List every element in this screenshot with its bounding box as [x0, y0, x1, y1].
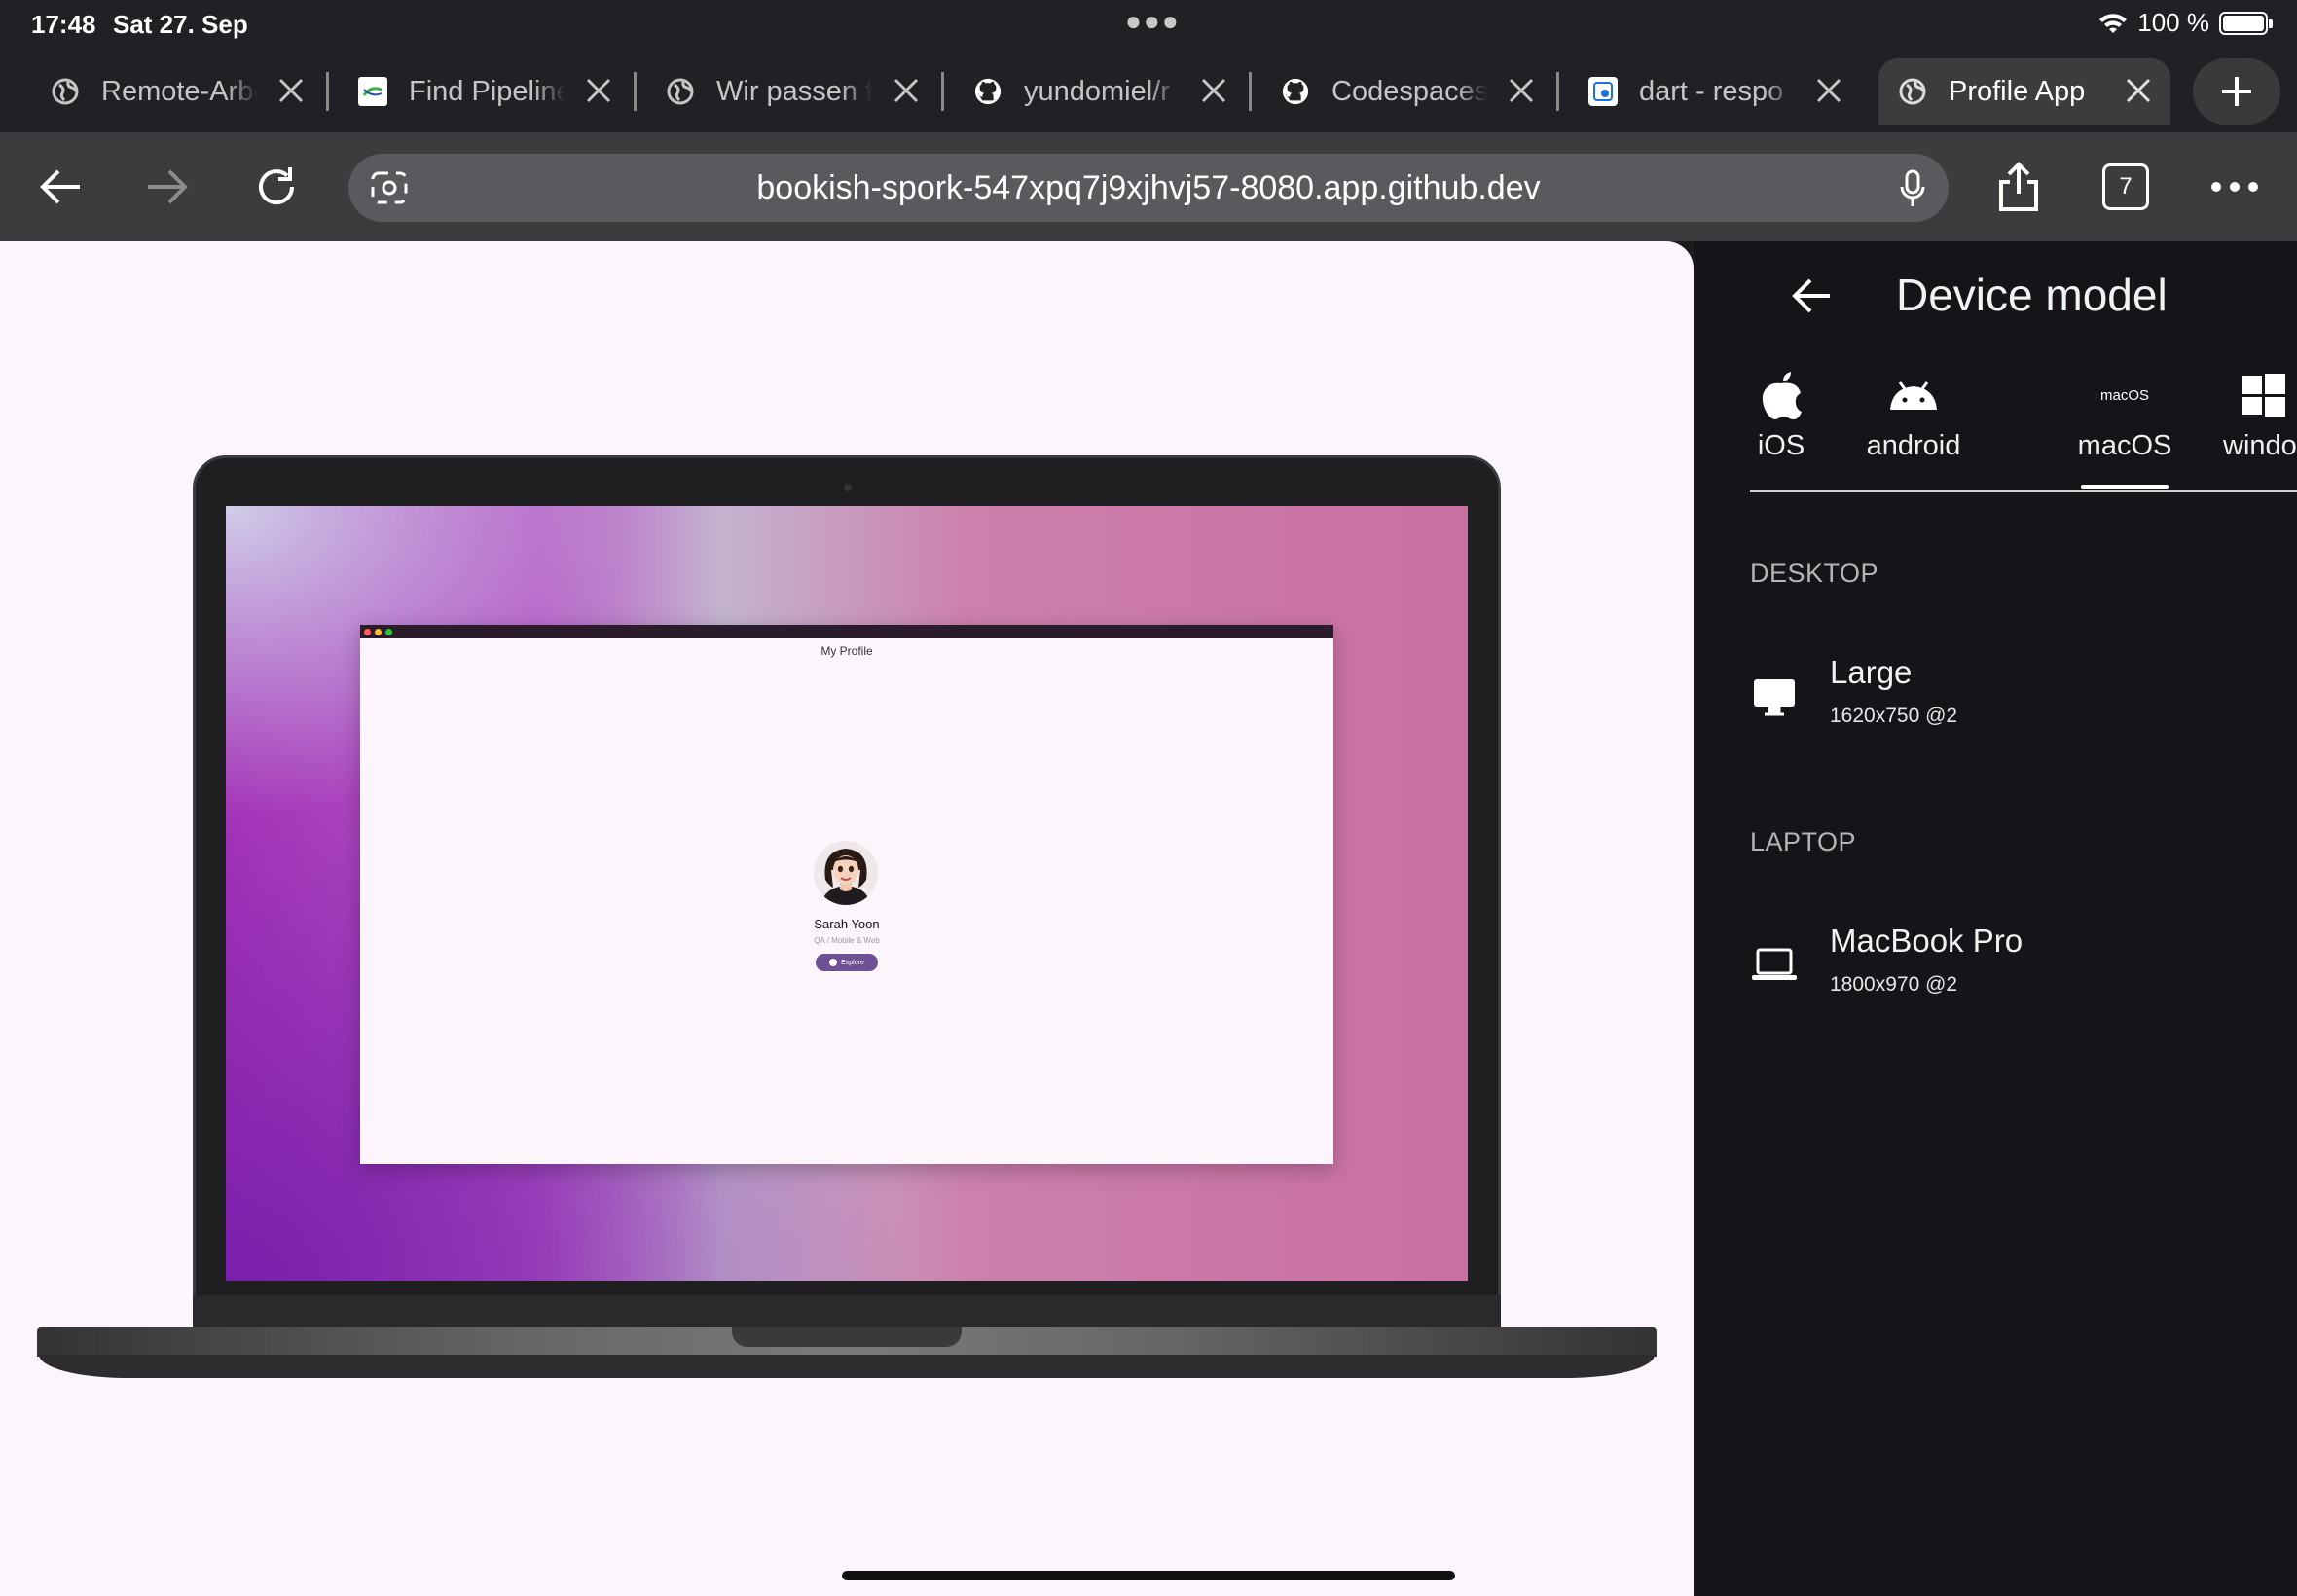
minimize-window-icon[interactable] — [375, 629, 382, 635]
back-arrow-icon[interactable] — [1787, 271, 1838, 321]
close-tab-icon[interactable] — [1507, 76, 1536, 105]
tab-title: Codespaces — [1331, 75, 1487, 107]
globe-icon — [1898, 77, 1927, 106]
device-item-macbook-pro[interactable]: MacBook Pro 1800x970 @2 — [1750, 923, 2276, 1030]
more-dots-icon — [2211, 182, 2258, 192]
laptop-base-bottom — [39, 1355, 1655, 1378]
panel-title: Device model — [1896, 270, 2168, 320]
tab-label: iOS — [1757, 430, 1805, 461]
app-window: My Profile Sarah Yoon QA / Mobile & Web … — [360, 625, 1333, 1164]
tab-title: yundomiel/r — [1024, 75, 1170, 107]
zoom-window-icon[interactable] — [385, 629, 392, 635]
camera-icon — [844, 484, 852, 491]
windows-icon — [2242, 374, 2285, 417]
close-tab-icon[interactable] — [2124, 76, 2153, 105]
status-right: 100 % — [2098, 8, 2273, 38]
window-titlebar — [360, 625, 1333, 638]
device-model-panel: Device model iOS android macOS macOS win… — [1694, 241, 2297, 1596]
arrow-left-icon — [40, 169, 80, 204]
tab-title: Profile App — [1949, 75, 2086, 107]
plus-icon — [2222, 77, 2251, 106]
device-preview-area: My Profile Sarah Yoon QA / Mobile & Web … — [0, 241, 1694, 1596]
section-laptop: LAPTOP — [1750, 827, 1857, 856]
tab-title: Wir passen f — [716, 75, 872, 107]
wifi-icon — [2099, 13, 2128, 33]
github-icon — [1281, 77, 1310, 106]
tab-macos[interactable]: macOS macOS — [2066, 368, 2183, 483]
microphone-icon[interactable] — [1900, 169, 1925, 208]
browser-tab[interactable]: Wir passen f — [646, 58, 944, 125]
macos-icon: macOS — [2099, 386, 2149, 404]
section-desktop: DESKTOP — [1750, 559, 1879, 588]
reload-button[interactable] — [249, 160, 304, 214]
close-tab-icon[interactable] — [1814, 76, 1843, 105]
device-item-large[interactable]: Large 1620x750 @2 — [1750, 654, 2276, 761]
browser-tab[interactable]: Remote-Arbeit — [31, 58, 329, 125]
tab-ios[interactable]: iOS — [1723, 368, 1840, 483]
device-spec: 1800x970 @2 — [1830, 973, 1958, 996]
close-window-icon[interactable] — [364, 629, 371, 635]
check-circle-icon — [829, 959, 838, 966]
tab-title: dart - respo — [1639, 75, 1784, 107]
stackoverflow-favicon — [1588, 77, 1618, 106]
browser-tab[interactable]: Codespaces — [1261, 58, 1559, 125]
tab-label: android — [1866, 430, 1961, 461]
tab-android[interactable]: android — [1855, 368, 1972, 483]
status-bar: 17:48 Sat 27. Sep ●●● 100 % — [0, 0, 2297, 47]
avatar — [814, 841, 878, 905]
browser-toolbar: bookish-spork-547xpq7j9xjhvj57-8080.app.… — [0, 132, 2297, 241]
close-tab-icon[interactable] — [276, 76, 306, 105]
android-icon — [1890, 381, 1937, 410]
new-tab-button[interactable] — [2193, 58, 2280, 125]
browser-tab-active[interactable]: Profile App — [1878, 58, 2170, 125]
tab-label: macOS — [2077, 430, 2172, 461]
tab-label: windo — [2223, 430, 2297, 461]
close-tab-icon[interactable] — [892, 76, 921, 105]
multitasking-dots-icon[interactable]: ●●● — [1125, 6, 1181, 37]
more-menu-button[interactable] — [2207, 160, 2262, 214]
forward-button[interactable] — [140, 160, 195, 214]
browser-tab[interactable]: Find Pipeline — [339, 58, 637, 125]
github-icon — [973, 77, 1003, 106]
explore-button[interactable]: Explore — [816, 954, 878, 971]
browser-tab[interactable]: dart - respo — [1569, 58, 1861, 125]
tabs-divider — [1750, 490, 2297, 492]
home-indicator[interactable] — [842, 1571, 1455, 1580]
tab-switcher-button[interactable]: 7 — [2102, 163, 2149, 210]
back-button[interactable] — [33, 160, 88, 214]
battery-percent: 100 % — [2137, 8, 2209, 37]
laptop-icon — [1752, 948, 1797, 980]
device-name: MacBook Pro — [1830, 923, 2024, 959]
tab-bar: Remote-Arbeit Find Pipeline Wir passen f… — [0, 47, 2297, 132]
laptop-notch — [732, 1327, 962, 1347]
pipeline-favicon — [358, 77, 387, 106]
device-name: Large — [1830, 654, 1913, 690]
url-text: bookish-spork-547xpq7j9xjhvj57-8080.app.… — [756, 169, 1541, 206]
globe-icon — [666, 77, 695, 106]
arrow-right-icon — [148, 169, 188, 204]
profile-name: Sarah Yoon — [814, 917, 880, 931]
tab-title: Remote-Arbeit — [101, 75, 257, 107]
app-title: My Profile — [820, 644, 873, 658]
close-tab-icon[interactable] — [584, 76, 613, 105]
profile-role: QA / Mobile & Web — [814, 936, 880, 945]
battery-icon — [2219, 11, 2273, 35]
status-date: Sat 27. Sep — [113, 10, 248, 39]
tab-title: Find Pipeline — [409, 75, 565, 107]
address-bar[interactable]: bookish-spork-547xpq7j9xjhvj57-8080.app.… — [348, 154, 1949, 222]
status-time: 17:48 — [31, 10, 96, 39]
reload-icon — [259, 167, 295, 205]
tab-windows[interactable]: windo — [2219, 368, 2297, 483]
apple-icon — [1762, 372, 1802, 419]
browser-tab[interactable]: yundomiel/r — [954, 58, 1252, 125]
explore-label: Explore — [841, 959, 864, 966]
desktop-icon — [1754, 679, 1795, 716]
globe-icon — [51, 77, 80, 106]
device-spec: 1620x750 @2 — [1830, 705, 1958, 727]
share-icon — [1999, 162, 2038, 211]
share-button[interactable] — [1991, 160, 2046, 214]
close-tab-icon[interactable] — [1199, 76, 1228, 105]
selected-tab-indicator — [2081, 485, 2169, 489]
